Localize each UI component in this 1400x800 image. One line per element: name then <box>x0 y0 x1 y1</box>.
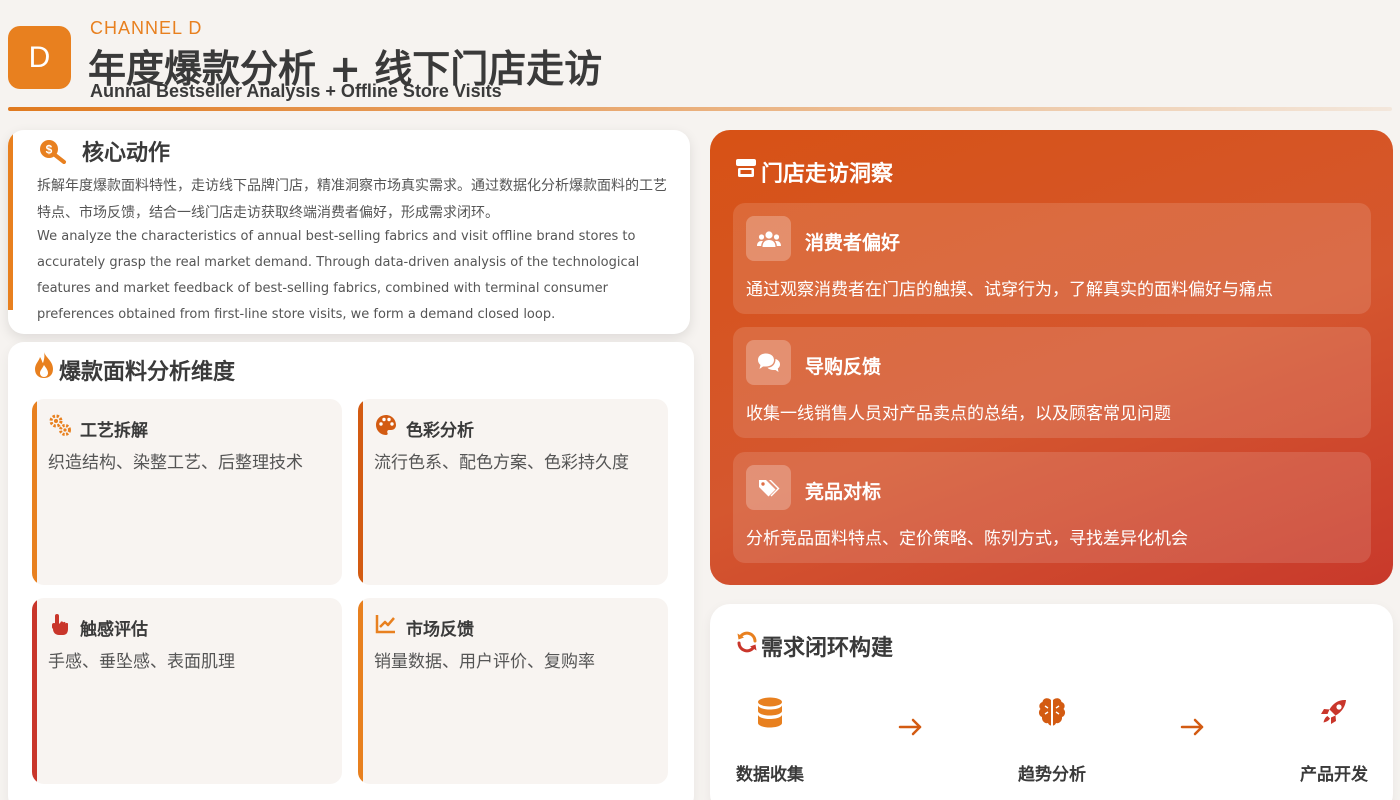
sync-icon <box>737 631 757 653</box>
core-text-en: We analyze the characteristics of annual… <box>37 229 640 322</box>
dimension-accent <box>32 399 37 585</box>
dimension-card-color: 色彩分析 流行色系、配色方案、色彩持久度 <box>358 399 668 585</box>
core-title: 核心动作 <box>82 141 171 166</box>
insight-desc: 收集一线销售人员对产品卖点的总结，以及顾客常见问题 <box>746 404 1171 424</box>
comments-icon <box>757 353 780 372</box>
core-text-zh: 拆解年度爆款面料特性，走访线下品牌门店，精准洞察市场真实需求。通过数据化分析爆款… <box>37 178 667 221</box>
dimension-desc: 流行色系、配色方案、色彩持久度 <box>374 453 629 473</box>
page-subtitle: Aunnal Bestseller Analysis + Offline Sto… <box>90 81 502 101</box>
dimension-card-touch: 触感评估 手感、垂坠感、表面肌理 <box>32 598 342 784</box>
loop-step-trend: 趋势分析 <box>1007 696 1097 786</box>
store-insights-panel: 门店走访洞察 消费者偏好 通过观察消费者在门店的触摸、试穿行为，了解真实的面料偏… <box>710 130 1393 585</box>
channel-label: CHANNEL D <box>90 18 203 38</box>
database-icon <box>758 697 782 728</box>
arrow-right-icon <box>1180 718 1204 736</box>
gears-icon <box>49 414 71 436</box>
dimension-desc: 织造结构、染整工艺、后整理技术 <box>48 453 303 473</box>
loop-step-label: 趋势分析 <box>1018 765 1086 785</box>
core-accent-bar <box>8 130 13 310</box>
fire-icon <box>35 352 53 378</box>
insight-icon-box <box>746 465 791 510</box>
dimension-title: 市场反馈 <box>406 620 474 640</box>
brain-icon <box>1038 698 1066 726</box>
users-icon <box>756 230 781 247</box>
insight-icon-box <box>746 340 791 385</box>
analysis-panel: 爆款面料分析维度 工艺拆解 织造结构、染整工艺、后整理技术 色彩分析 流行色系、… <box>8 342 694 800</box>
dimension-accent <box>32 598 37 784</box>
dimension-title: 工艺拆解 <box>80 421 148 441</box>
loop-title: 需求闭环构建 <box>761 636 894 661</box>
core-action-card: $ 核心动作 拆解年度爆款面料特性，走访线下品牌门店，精准洞察市场真实需求。通过… <box>8 130 690 334</box>
tags-icon <box>758 479 779 496</box>
chart-line-icon <box>375 615 395 634</box>
rocket-icon <box>1321 699 1346 724</box>
loop-step-data: 数据收集 <box>725 696 815 786</box>
dimension-desc: 手感、垂坠感、表面肌理 <box>48 652 235 672</box>
palette-icon <box>376 415 396 435</box>
insight-title: 竞品对标 <box>805 481 882 503</box>
channel-badge: D <box>8 26 71 89</box>
dimension-accent <box>358 399 363 585</box>
hand-pointer-icon <box>52 614 68 635</box>
demand-loop-panel: 需求闭环构建 数据收集 趋势分析 产品开发 <box>710 604 1393 800</box>
dimension-title: 色彩分析 <box>406 421 474 441</box>
insight-title: 导购反馈 <box>805 356 882 378</box>
insight-desc: 通过观察消费者在门店的触摸、试穿行为，了解真实的面料偏好与痛点 <box>746 280 1273 300</box>
insight-card-competitor: 竞品对标 分析竞品面料特点、定价策略、陈列方式，寻找差异化机会 <box>733 452 1371 563</box>
insight-desc: 分析竞品面料特点、定价策略、陈列方式，寻找差异化机会 <box>746 529 1188 549</box>
analysis-title: 爆款面料分析维度 <box>59 360 236 385</box>
loop-step-product: 产品开发 <box>1289 696 1379 786</box>
store-title: 门店走访洞察 <box>761 162 894 187</box>
loop-step-label: 产品开发 <box>1300 765 1368 785</box>
dimension-card-craft: 工艺拆解 织造结构、染整工艺、后整理技术 <box>32 399 342 585</box>
insight-card-consumer: 消费者偏好 通过观察消费者在门店的触摸、试穿行为，了解真实的面料偏好与痛点 <box>733 203 1371 314</box>
search-dollar-icon: $ <box>40 140 66 164</box>
arrow-right-icon <box>898 718 922 736</box>
dimension-accent <box>358 598 363 784</box>
dimension-title: 触感评估 <box>80 620 148 640</box>
dimension-card-market: 市场反馈 销量数据、用户评价、复购率 <box>358 598 668 784</box>
store-icon <box>736 159 756 177</box>
insight-icon-box <box>746 216 791 261</box>
dimension-desc: 销量数据、用户评价、复购率 <box>374 652 595 672</box>
loop-step-label: 数据收集 <box>736 765 804 785</box>
svg-text:$: $ <box>46 143 53 157</box>
header-divider <box>8 107 1392 111</box>
insight-card-guide: 导购反馈 收集一线销售人员对产品卖点的总结，以及顾客常见问题 <box>733 327 1371 438</box>
insight-title: 消费者偏好 <box>805 232 901 254</box>
